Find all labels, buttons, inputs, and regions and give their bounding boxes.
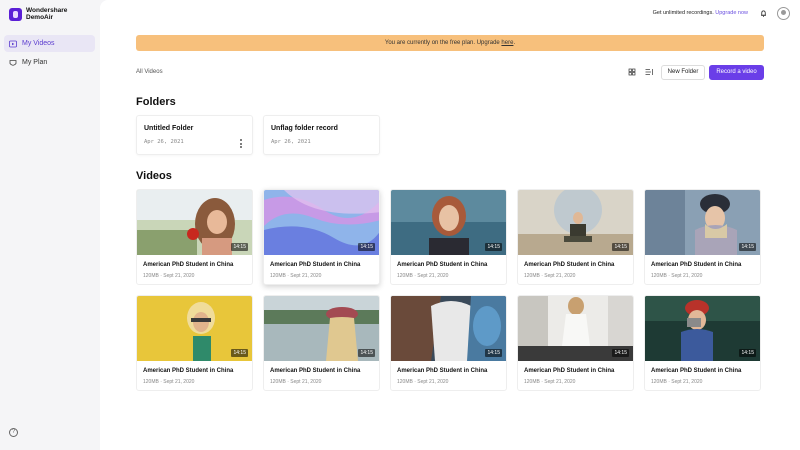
breadcrumb[interactable]: All Videos <box>136 69 163 75</box>
video-duration: 14:15 <box>739 349 756 357</box>
topbar-promo: Get unlimited recordings. Upgrade now <box>653 10 748 16</box>
upgrade-now-link[interactable]: Upgrade now <box>715 10 748 16</box>
video-card[interactable]: 14:15 American PhD Student in China 120M… <box>263 189 380 285</box>
main-content: Get unlimited recordings. Upgrade now Yo… <box>100 0 800 450</box>
promo-text: Get unlimited recordings. <box>652 10 714 16</box>
sidebar-item-label: My Plan <box>22 59 48 66</box>
video-library-icon <box>9 40 17 47</box>
videos-heading: Videos <box>136 170 172 182</box>
video-title: American PhD Student in China <box>397 368 488 374</box>
video-title: American PhD Student in China <box>524 262 615 268</box>
video-duration: 14:15 <box>231 349 248 357</box>
new-folder-button[interactable]: New Folder <box>661 65 705 80</box>
folders-heading: Folders <box>136 96 176 108</box>
video-card[interactable]: 14:15 American PhD Student in China 120M… <box>517 295 634 391</box>
video-duration: 14:15 <box>485 349 502 357</box>
folder-date: Apr 26, 2021 <box>271 139 311 145</box>
banner-suffix: . <box>513 40 516 46</box>
video-meta: 120MB · Sept 21, 2020 <box>270 273 322 279</box>
video-title: American PhD Student in China <box>143 368 234 374</box>
video-duration: 14:15 <box>612 349 629 357</box>
brand-line-2: DemoAir <box>26 14 54 21</box>
video-meta: 120MB · Sept 21, 2020 <box>651 273 703 279</box>
video-card[interactable]: 14:15 American PhD Student in China 120M… <box>136 189 253 285</box>
video-card[interactable]: 14:15 American PhD Student in China 120M… <box>263 295 380 391</box>
video-meta: 120MB · Sept 21, 2020 <box>397 379 449 385</box>
video-title: American PhD Student in China <box>270 262 361 268</box>
free-plan-banner: You are currently on the free plan. Upgr… <box>136 35 764 51</box>
video-meta: 120MB · Sept 21, 2020 <box>651 379 703 385</box>
sidebar-item-my-videos[interactable]: My Videos <box>4 35 95 52</box>
banner-text: You are currently on the free plan. Upgr… <box>384 40 500 46</box>
folder-card[interactable]: Unflag folder record Apr 26, 2021 <box>263 115 380 155</box>
record-video-button[interactable]: Record a video <box>709 65 764 80</box>
video-card[interactable]: 14:15 American PhD Student in China 120M… <box>644 295 761 391</box>
folder-date: Apr 26, 2021 <box>144 139 184 145</box>
more-options-icon[interactable] <box>240 139 243 148</box>
video-card[interactable]: 14:15 American PhD Student in China 120M… <box>136 295 253 391</box>
video-meta: 120MB · Sept 21, 2020 <box>143 273 195 279</box>
folder-name: Unflag folder record <box>271 125 338 132</box>
sidebar-nav: My Videos My Plan <box>4 35 95 73</box>
video-meta: 120MB · Sept 21, 2020 <box>524 273 576 279</box>
video-meta: 120MB · Sept 21, 2020 <box>524 379 576 385</box>
video-title: American PhD Student in China <box>270 368 361 374</box>
sidebar: Wondershare DemoAir My Videos My Plan ? <box>0 0 100 450</box>
app-logo[interactable]: Wondershare DemoAir <box>9 7 67 21</box>
video-meta: 120MB · Sept 21, 2020 <box>270 379 322 385</box>
video-card[interactable]: 14:15 American PhD Student in China 120M… <box>390 295 507 391</box>
sort-icon[interactable] <box>643 66 655 78</box>
plan-icon <box>9 59 17 66</box>
sidebar-item-my-plan[interactable]: My Plan <box>4 54 95 71</box>
video-card[interactable]: 14:15 American PhD Student in China 120M… <box>517 189 634 285</box>
video-title: American PhD Student in China <box>524 368 615 374</box>
video-duration: 14:15 <box>358 349 375 357</box>
video-duration: 14:15 <box>485 243 502 251</box>
banner-upgrade-link[interactable]: here <box>501 40 513 46</box>
folder-name: Untitled Folder <box>144 125 194 132</box>
help-icon[interactable]: ? <box>9 428 18 437</box>
video-meta: 120MB · Sept 21, 2020 <box>143 379 195 385</box>
folder-card[interactable]: Untitled Folder Apr 26, 2021 <box>136 115 253 155</box>
video-title: American PhD Student in China <box>651 368 742 374</box>
video-duration: 14:15 <box>358 243 375 251</box>
video-title: American PhD Student in China <box>651 262 742 268</box>
sidebar-item-label: My Videos <box>22 40 55 47</box>
video-duration: 14:15 <box>612 243 629 251</box>
grid-view-icon[interactable] <box>626 66 638 78</box>
user-avatar[interactable] <box>777 7 790 20</box>
video-card[interactable]: 14:15 American PhD Student in China 120M… <box>390 189 507 285</box>
demoair-logo-icon <box>9 7 22 21</box>
video-title: American PhD Student in China <box>397 262 488 268</box>
video-meta: 120MB · Sept 21, 2020 <box>397 273 449 279</box>
video-card[interactable]: 14:15 American PhD Student in China 120M… <box>644 189 761 285</box>
video-duration: 14:15 <box>231 243 248 251</box>
video-title: American PhD Student in China <box>143 262 234 268</box>
video-duration: 14:15 <box>739 243 756 251</box>
brand-line-1: Wondershare <box>26 7 68 14</box>
bell-icon[interactable] <box>760 10 767 17</box>
